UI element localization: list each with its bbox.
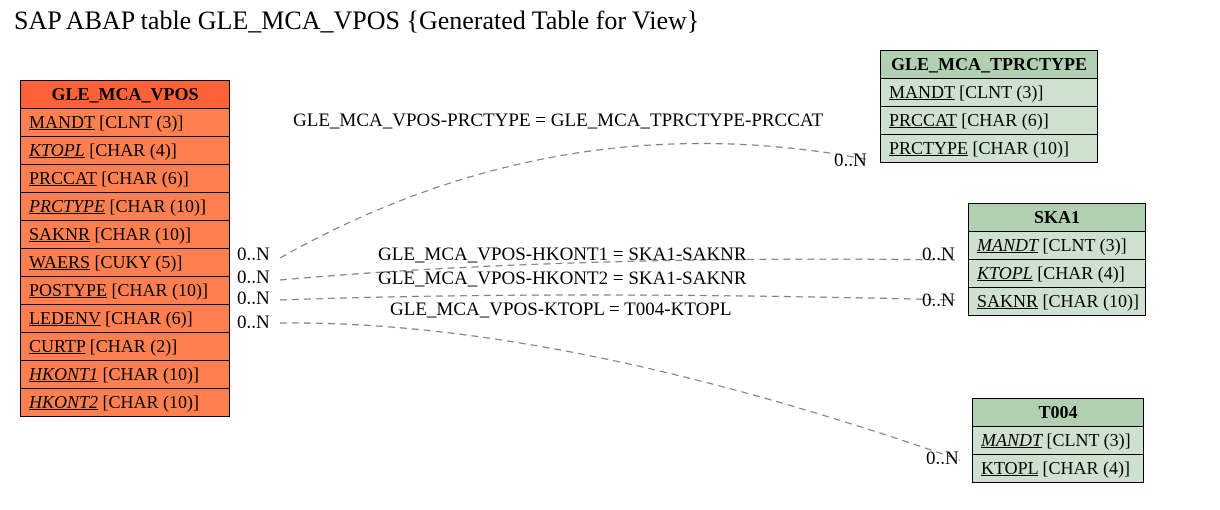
entity-field-row: HKONT1 [CHAR (10)] <box>21 361 229 389</box>
field-name: CURTP <box>29 336 85 356</box>
field-type: [CHAR (6)] <box>101 308 193 328</box>
field-type: [CLNT (3)] <box>955 82 1044 102</box>
field-name: KTOPL <box>977 263 1033 283</box>
entity-field-row: KTOPL [CHAR (4)] <box>21 137 229 165</box>
field-name: SAKNR <box>977 291 1038 311</box>
entity-field-row: SAKNR [CHAR (10)] <box>969 288 1145 315</box>
field-name: PRCTYPE <box>889 138 968 158</box>
entity-field-row: HKONT2 [CHAR (10)] <box>21 389 229 416</box>
entity-field-row: CURTP [CHAR (2)] <box>21 333 229 361</box>
cardinality-right: 0..N <box>834 150 867 172</box>
field-type: [CHAR (10)] <box>98 392 199 412</box>
entity-header: GLE_MCA_VPOS <box>21 81 229 109</box>
field-name: KTOPL <box>29 140 85 160</box>
field-name: WAERS <box>29 252 90 272</box>
relation-label-hkont1: GLE_MCA_VPOS-HKONT1 = SKA1-SAKNR <box>378 244 747 266</box>
page-title: SAP ABAP table GLE_MCA_VPOS {Generated T… <box>14 6 699 36</box>
entity-field-row: KTOPL [CHAR (4)] <box>969 260 1145 288</box>
entity-header: SKA1 <box>969 204 1145 232</box>
entity-field-row: MANDT [CLNT (3)] <box>881 79 1097 107</box>
entity-field-row: PRCCAT [CHAR (6)] <box>21 165 229 193</box>
entity-field-row: MANDT [CLNT (3)] <box>973 427 1143 455</box>
field-type: [CHAR (4)] <box>85 140 177 160</box>
entity-field-row: KTOPL [CHAR (4)] <box>973 455 1143 482</box>
relation-label-prctype: GLE_MCA_VPOS-PRCTYPE = GLE_MCA_TPRCTYPE-… <box>293 110 823 132</box>
cardinality-right: 0..N <box>926 448 959 470</box>
entity-ska1: SKA1 MANDT [CLNT (3)]KTOPL [CHAR (4)]SAK… <box>968 203 1146 316</box>
field-name: MANDT <box>29 112 95 132</box>
field-name: POSTYPE <box>29 280 107 300</box>
entity-t004: T004 MANDT [CLNT (3)]KTOPL [CHAR (4)] <box>972 398 1144 483</box>
field-name: KTOPL <box>981 458 1038 478</box>
field-type: [CHAR (2)] <box>85 336 177 356</box>
entity-gle-mca-vpos: GLE_MCA_VPOS MANDT [CLNT (3)]KTOPL [CHAR… <box>20 80 230 417</box>
field-type: [CUKY (5)] <box>90 252 182 272</box>
field-name: PRCTYPE <box>29 196 105 216</box>
entity-field-row: PRCTYPE [CHAR (10)] <box>21 193 229 221</box>
cardinality-left: 0..N <box>237 244 270 266</box>
entity-field-row: LEDENV [CHAR (6)] <box>21 305 229 333</box>
entity-header: T004 <box>973 399 1143 427</box>
field-type: [CHAR (10)] <box>1038 291 1139 311</box>
field-type: [CHAR (10)] <box>105 196 206 216</box>
field-type: [CHAR (6)] <box>957 110 1049 130</box>
field-name: HKONT2 <box>29 392 98 412</box>
field-name: MANDT <box>977 235 1038 255</box>
entity-field-row: POSTYPE [CHAR (10)] <box>21 277 229 305</box>
field-type: [CHAR (4)] <box>1033 263 1125 283</box>
relation-label-hkont2: GLE_MCA_VPOS-HKONT2 = SKA1-SAKNR <box>378 268 747 290</box>
cardinality-left: 0..N <box>237 267 270 289</box>
field-type: [CLNT (3)] <box>95 112 184 132</box>
entity-gle-mca-tprctype: GLE_MCA_TPRCTYPE MANDT [CLNT (3)]PRCCAT … <box>880 50 1098 163</box>
field-type: [CHAR (6)] <box>97 168 189 188</box>
field-type: [CHAR (10)] <box>968 138 1069 158</box>
entity-field-row: WAERS [CUKY (5)] <box>21 249 229 277</box>
field-type: [CHAR (4)] <box>1038 458 1130 478</box>
field-name: MANDT <box>981 430 1042 450</box>
relation-label-ktopl: GLE_MCA_VPOS-KTOPL = T004-KTOPL <box>390 299 731 321</box>
cardinality-left: 0..N <box>237 288 270 310</box>
field-type: [CLNT (3)] <box>1038 235 1127 255</box>
field-name: SAKNR <box>29 224 90 244</box>
entity-field-row: SAKNR [CHAR (10)] <box>21 221 229 249</box>
cardinality-left: 0..N <box>237 312 270 334</box>
field-type: [CHAR (10)] <box>98 364 199 384</box>
field-name: LEDENV <box>29 308 101 328</box>
field-type: [CHAR (10)] <box>107 280 208 300</box>
field-type: [CLNT (3)] <box>1042 430 1131 450</box>
entity-field-row: MANDT [CLNT (3)] <box>969 232 1145 260</box>
entity-header: GLE_MCA_TPRCTYPE <box>881 51 1097 79</box>
field-type: [CHAR (10)] <box>90 224 191 244</box>
field-name: PRCCAT <box>889 110 957 130</box>
field-name: PRCCAT <box>29 168 97 188</box>
entity-field-row: PRCTYPE [CHAR (10)] <box>881 135 1097 162</box>
entity-field-row: MANDT [CLNT (3)] <box>21 109 229 137</box>
cardinality-right: 0..N <box>922 290 955 312</box>
field-name: HKONT1 <box>29 364 98 384</box>
entity-field-row: PRCCAT [CHAR (6)] <box>881 107 1097 135</box>
field-name: MANDT <box>889 82 955 102</box>
cardinality-right: 0..N <box>922 244 955 266</box>
